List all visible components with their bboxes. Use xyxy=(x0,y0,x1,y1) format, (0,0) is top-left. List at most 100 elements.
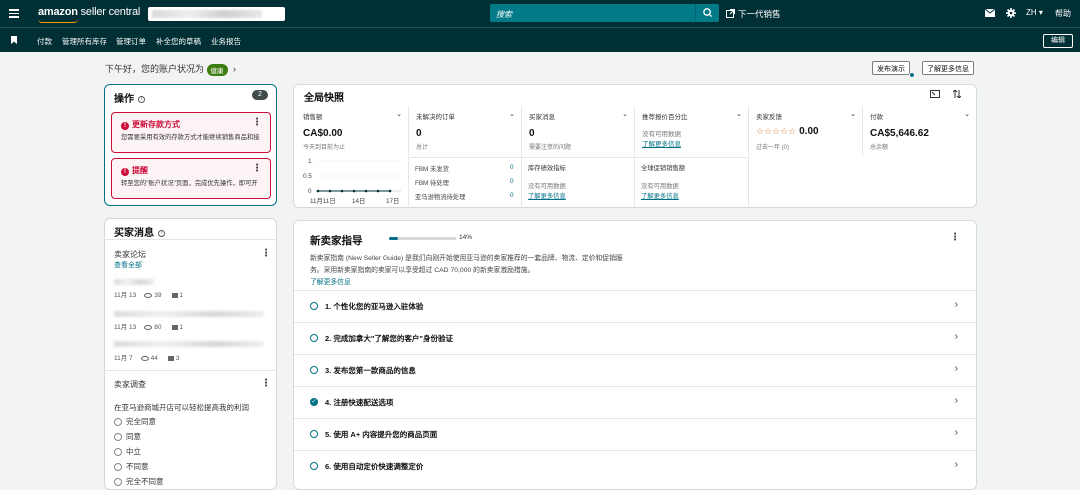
metric-sales[interactable]: 销售额 ⌄ CA$0.00 今天到目前为止 xyxy=(296,106,409,156)
guide-step-1[interactable]: 1. 个性化您的亚马逊入驻体验 › xyxy=(294,290,976,322)
learn-more-link[interactable]: 了解更多信息 xyxy=(642,138,681,148)
hamburger-menu-icon[interactable] xyxy=(9,7,19,19)
guide-title: 新卖家指导 xyxy=(310,235,363,247)
guide-step-6[interactable]: 6. 使用自动定价快速调整定价 › xyxy=(294,450,976,482)
more-options-icon[interactable]: ⋮ xyxy=(252,117,262,128)
redacted-post-title[interactable] xyxy=(114,341,264,347)
account-health-greeting[interactable]: 下午好，您的账户状况为 健康 › xyxy=(105,62,236,76)
metric-featured-offer[interactable]: 推荐报价百分比 ⌄ 没有可用数据 了解更多信息 xyxy=(635,106,749,156)
guide-step-4[interactable]: ✓ 4. 注册快速配送选项 › xyxy=(294,386,976,418)
top-bar: amazon seller central 搜索 下一代销售 ZH ▾ 帮助 xyxy=(0,0,1080,27)
fba-pending-count[interactable]: 0 xyxy=(510,192,514,199)
chevron-down-icon: ⌄ xyxy=(850,111,856,118)
more-options-icon[interactable]: ⋮ xyxy=(950,232,960,243)
metric-open-orders[interactable]: 未解决的订单 ⌄ 0 总计 xyxy=(409,106,522,156)
sort-icon[interactable] xyxy=(952,89,962,100)
more-options-icon[interactable]: ⋮ xyxy=(252,163,262,174)
search-icon xyxy=(703,8,712,17)
health-status-badge: 健康 xyxy=(206,63,228,76)
guide-description: 新卖家指南 (New Seller Guide) 是我们向刚开始使用亚马逊的卖家… xyxy=(310,252,950,286)
inventory-performance[interactable]: 库存绩效指标 没有可用数据 了解更多信息 xyxy=(522,157,635,208)
learn-more-link[interactable]: 了解更多信息 xyxy=(310,276,950,286)
redacted-post-title[interactable] xyxy=(114,279,154,285)
chevron-right-icon: › xyxy=(954,395,958,406)
next-gen-selling-link[interactable]: 下一代销售 xyxy=(726,8,781,20)
metric-buyer-messages[interactable]: 买家消息 ⌄ 0 需要注意的问题 xyxy=(522,106,635,156)
more-options-icon[interactable]: ⋮ xyxy=(261,378,271,389)
chevron-down-icon: ⌄ xyxy=(396,111,402,118)
post-meta: 11月 13 39 1 xyxy=(114,292,184,299)
y-tick: 0 xyxy=(308,188,312,195)
expand-icon[interactable] xyxy=(930,90,940,100)
guide-progress-bar xyxy=(389,237,456,240)
guide-step-2[interactable]: 2. 完成加拿大"了解您的客户"身份验证 › xyxy=(294,322,976,354)
tour-hotspot[interactable] xyxy=(909,72,915,78)
search-button[interactable] xyxy=(695,4,719,22)
metric-seller-feedback[interactable]: 卖家反馈 ⌄ ☆☆☆☆☆ 0.00 过去一年 (0) xyxy=(749,106,863,156)
alert-update-deposit[interactable]: ! 更新存款方式 您需要采用有效的存款方式才能继续销售商品和接 ⋮ xyxy=(111,112,271,153)
info-icon[interactable]: i xyxy=(138,95,145,103)
survey-option-neutral[interactable]: 中立 xyxy=(114,446,141,457)
seller-central-logo[interactable]: amazon seller central xyxy=(38,6,140,18)
redacted-store-name xyxy=(152,10,262,18)
step-pending-icon xyxy=(310,302,318,310)
guide-step-5[interactable]: 5. 使用 A+ 内容提升您的商品页面 › xyxy=(294,418,976,450)
metric-payments[interactable]: 付款 ⌄ CA$5,646.62 总余额 xyxy=(863,106,976,156)
chevron-right-icon: › xyxy=(954,331,958,342)
radio-icon xyxy=(114,418,122,427)
step-pending-icon xyxy=(310,366,318,374)
search-input[interactable]: 搜索 xyxy=(490,4,695,22)
nav-item-manage-orders[interactable]: 管理订单 xyxy=(116,36,146,47)
fulfillment-breakdown: FBM 未发货 0 FBM 待处理 0 亚马逊物流待处理 0 xyxy=(409,157,522,208)
nav-item-business-reports[interactable]: 业务报告 xyxy=(211,36,241,47)
greeting-text: 下午好，您的账户状况为 xyxy=(105,64,205,74)
fbm-unshipped-count[interactable]: 0 xyxy=(510,164,514,171)
y-tick: 0.5 xyxy=(303,173,312,180)
post-meta: 11月 13 80 1 xyxy=(114,324,184,331)
more-options-icon[interactable]: ⋮ xyxy=(261,248,271,259)
mail-icon[interactable] xyxy=(984,8,996,19)
comment-icon xyxy=(171,324,178,330)
language-selector[interactable]: ZH ▾ xyxy=(1026,8,1043,17)
survey-option-agree[interactable]: 同意 xyxy=(114,431,141,442)
marketplace-selector[interactable] xyxy=(148,7,285,21)
redacted-post-title[interactable] xyxy=(114,311,264,317)
survey-option-strongly-disagree[interactable]: 完全不同意 xyxy=(114,476,164,487)
survey-option-strongly-agree[interactable]: 完全同意 xyxy=(114,416,156,427)
operations-count-badge: 2 xyxy=(252,90,268,100)
gear-icon[interactable] xyxy=(1006,8,1016,20)
rating-stars-icon: ☆☆☆☆☆ xyxy=(756,126,797,136)
info-icon[interactable]: i xyxy=(158,229,165,237)
fbm-pending-count[interactable]: 0 xyxy=(510,178,514,185)
guide-step-3[interactable]: 3. 发布您第一款商品的信息 › xyxy=(294,354,976,386)
forum-title: 卖家论坛 xyxy=(114,250,146,259)
x-tick: 11月11日 xyxy=(310,198,336,205)
alert-reminder[interactable]: ! 提醒 转至您的"账户状况"页面，完成优先操作，即可开 ⋮ xyxy=(111,158,271,199)
survey-title: 卖家调查 xyxy=(114,380,146,389)
chevron-down-icon: ⌄ xyxy=(622,111,628,118)
chevron-right-icon: › xyxy=(233,64,237,74)
learn-more-button[interactable]: 了解更多信息 xyxy=(922,61,974,75)
chevron-down-icon: ⌄ xyxy=(964,111,970,118)
survey-question: 在亚马逊商城开店可以轻松提高我的利润 xyxy=(114,403,249,412)
external-link-icon xyxy=(726,9,735,18)
nav-item-drafts[interactable]: 补全您的草稿 xyxy=(156,36,201,47)
views-icon xyxy=(140,355,149,361)
publish-demo-button[interactable]: 发布演示 xyxy=(872,61,910,75)
error-icon: ! xyxy=(121,168,129,176)
learn-more-link[interactable]: 了解更多信息 xyxy=(641,191,679,200)
buyer-messages-title: 买家消息 i xyxy=(114,224,165,239)
global-promotions-sales[interactable]: 全球促销销售额 没有可用数据 了解更多信息 xyxy=(635,157,749,208)
nav-item-payments[interactable]: 付款 xyxy=(37,36,52,47)
step-complete-icon: ✓ xyxy=(310,398,318,406)
operations-title: 操作 i xyxy=(114,90,145,105)
edit-nav-button[interactable]: 编辑 xyxy=(1043,34,1073,48)
help-link[interactable]: 帮助 xyxy=(1055,8,1071,19)
chevron-down-icon: ⌄ xyxy=(509,111,515,118)
learn-more-link[interactable]: 了解更多信息 xyxy=(528,191,566,200)
bookmark-icon[interactable] xyxy=(11,36,17,44)
survey-option-disagree[interactable]: 不同意 xyxy=(114,461,149,472)
view-all-link[interactable]: 查看全部 xyxy=(114,260,142,270)
nav-item-manage-inventory[interactable]: 管理所有库存 xyxy=(62,36,107,47)
sales-chart: 1 0.5 0 11月11日 14日 17日 xyxy=(296,157,409,208)
